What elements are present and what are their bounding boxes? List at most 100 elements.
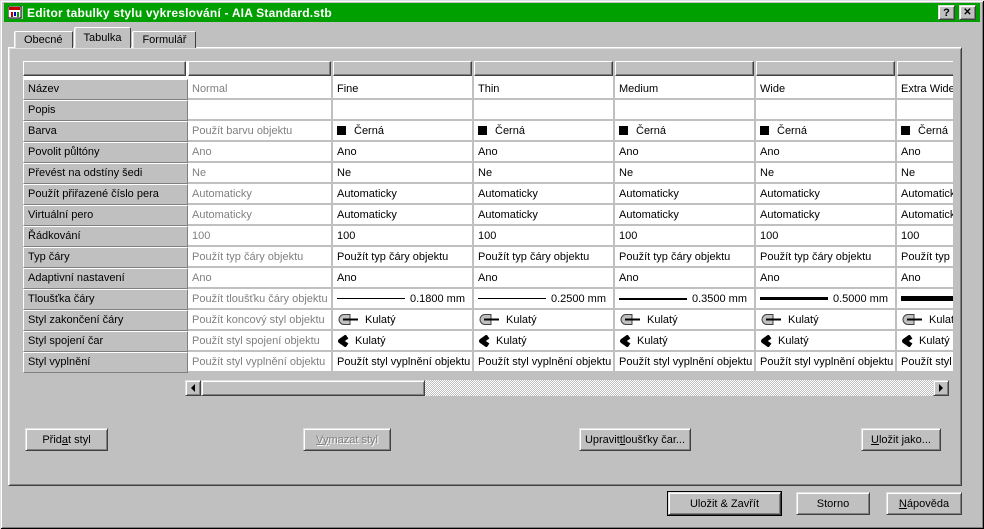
row-header[interactable]: Název: [23, 79, 188, 100]
table-cell[interactable]: Automaticky: [897, 184, 953, 205]
column-header-cell[interactable]: [615, 61, 754, 76]
table-cell[interactable]: Ano: [474, 142, 613, 163]
column-header-cell[interactable]: [756, 61, 895, 76]
table-cell[interactable]: Automaticky: [615, 184, 754, 205]
table-cell[interactable]: Použít styl vyplnění objektu: [756, 352, 895, 373]
table-cell[interactable]: Kulatý: [474, 310, 613, 331]
table-cell[interactable]: Ano: [333, 142, 472, 163]
row-header[interactable]: Styl vyplnění: [23, 352, 188, 373]
row-header[interactable]: Virtuální pero: [23, 205, 188, 226]
table-cell[interactable]: Ne: [474, 163, 613, 184]
row-header[interactable]: Styl zakončení čáry: [23, 310, 188, 331]
table-cell[interactable]: Automaticky: [333, 205, 472, 226]
table-cell[interactable]: Kulatý: [897, 310, 953, 331]
column-header-cell[interactable]: [897, 61, 953, 76]
table-cell[interactable]: Černá: [474, 121, 613, 142]
scroll-left-button[interactable]: [185, 380, 201, 396]
table-cell[interactable]: [615, 100, 754, 121]
table-cell[interactable]: Automaticky: [897, 205, 953, 226]
table-cell[interactable]: Thin: [474, 79, 613, 100]
table-cell[interactable]: Fine: [333, 79, 472, 100]
cancel-button[interactable]: Storno: [796, 492, 870, 515]
table-cell[interactable]: 100: [756, 226, 895, 247]
table-cell[interactable]: Černá: [756, 121, 895, 142]
help-footer-button[interactable]: Nápověda: [886, 492, 962, 515]
table-cell[interactable]: Extra Wide: [897, 79, 953, 100]
table-cell[interactable]: Použít typ čáry objektu: [333, 247, 472, 268]
help-button[interactable]: ?: [938, 5, 955, 20]
table-cell[interactable]: Ano: [756, 268, 895, 289]
table-cell[interactable]: 100: [333, 226, 472, 247]
column-header-cell[interactable]: [188, 61, 331, 76]
table-cell[interactable]: Použít styl vyplnění objektu: [333, 352, 472, 373]
table-cell[interactable]: Automaticky: [756, 184, 895, 205]
table-cell[interactable]: Použít typ čáry objektu: [897, 247, 953, 268]
table-cell[interactable]: Kulatý: [333, 310, 472, 331]
scroll-right-button[interactable]: [933, 380, 949, 396]
table-cell[interactable]: Ne: [333, 163, 472, 184]
row-header[interactable]: Styl spojení čar: [23, 331, 188, 352]
row-header[interactable]: Převést na odstíny šedi: [23, 163, 188, 184]
table-cell[interactable]: [897, 289, 953, 310]
corner-header-cell[interactable]: [23, 61, 186, 76]
table-cell[interactable]: Ano: [615, 142, 754, 163]
table-cell[interactable]: Černá: [333, 121, 472, 142]
table-cell[interactable]: Ano: [897, 268, 953, 289]
table-cell[interactable]: Použít typ čáry objektu: [756, 247, 895, 268]
table-cell[interactable]: Automaticky: [333, 184, 472, 205]
row-header[interactable]: Řádkování: [23, 226, 188, 247]
table-cell[interactable]: Použít typ čáry objektu: [474, 247, 613, 268]
column-header-cell[interactable]: [474, 61, 613, 76]
tab-formular[interactable]: Formulář: [132, 31, 196, 48]
table-cell[interactable]: Wide: [756, 79, 895, 100]
save-and-close-button[interactable]: Uložit & Zavřít: [668, 492, 781, 515]
table-cell[interactable]: [897, 100, 953, 121]
table-cell[interactable]: Ano: [615, 268, 754, 289]
table-cell[interactable]: Automaticky: [474, 205, 613, 226]
table-cell[interactable]: Kulatý: [756, 310, 895, 331]
table-cell[interactable]: 0.3500 mm: [615, 289, 754, 310]
table-cell[interactable]: 0.1800 mm: [333, 289, 472, 310]
table-cell[interactable]: Ne: [615, 163, 754, 184]
tab-obecne[interactable]: Obecné: [14, 31, 73, 48]
table-cell[interactable]: Ano: [756, 142, 895, 163]
table-cell[interactable]: Použít styl vyplnění objektu: [474, 352, 613, 373]
table-cell[interactable]: Ne: [897, 163, 953, 184]
table-cell[interactable]: Černá: [615, 121, 754, 142]
row-header[interactable]: Typ čáry: [23, 247, 188, 268]
table-cell[interactable]: [756, 100, 895, 121]
table-cell[interactable]: Kulatý: [474, 331, 613, 352]
scrollbar-thumb[interactable]: [201, 380, 425, 396]
close-button[interactable]: ✕: [959, 5, 976, 20]
table-cell[interactable]: Ano: [897, 142, 953, 163]
row-header[interactable]: Použít přiřazené číslo pera: [23, 184, 188, 205]
edit-lineweights-button[interactable]: Upravit tloušťky čar...: [579, 428, 691, 451]
row-header[interactable]: Tloušťka čáry: [23, 289, 188, 310]
save-as-button[interactable]: Uložit jako...: [861, 428, 941, 451]
scrollbar-track[interactable]: [425, 380, 933, 396]
table-cell[interactable]: Automaticky: [474, 184, 613, 205]
table-cell[interactable]: Kulatý: [333, 331, 472, 352]
column-header-cell[interactable]: [333, 61, 472, 76]
table-cell[interactable]: 0.5000 mm: [756, 289, 895, 310]
table-cell[interactable]: Medium: [615, 79, 754, 100]
table-cell[interactable]: Kulatý: [615, 310, 754, 331]
row-header[interactable]: Adaptivní nastavení: [23, 268, 188, 289]
table-cell[interactable]: Ano: [333, 268, 472, 289]
table-cell[interactable]: [333, 100, 472, 121]
table-cell[interactable]: Automaticky: [615, 205, 754, 226]
table-cell[interactable]: Automaticky: [756, 205, 895, 226]
table-cell[interactable]: [474, 100, 613, 121]
table-cell[interactable]: Použít typ čáry objektu: [615, 247, 754, 268]
table-cell[interactable]: Ne: [756, 163, 895, 184]
row-header[interactable]: Popis: [23, 100, 188, 121]
row-header[interactable]: Povolit půltóny: [23, 142, 188, 163]
table-cell[interactable]: 100: [474, 226, 613, 247]
table-cell[interactable]: 100: [897, 226, 953, 247]
table-cell[interactable]: Černá: [897, 121, 953, 142]
row-header[interactable]: Barva: [23, 121, 188, 142]
table-cell[interactable]: 100: [615, 226, 754, 247]
table-cell[interactable]: 0.2500 mm: [474, 289, 613, 310]
table-cell[interactable]: Použít styl vyplnění objektu: [897, 352, 953, 373]
table-cell[interactable]: Kulatý: [897, 331, 953, 352]
